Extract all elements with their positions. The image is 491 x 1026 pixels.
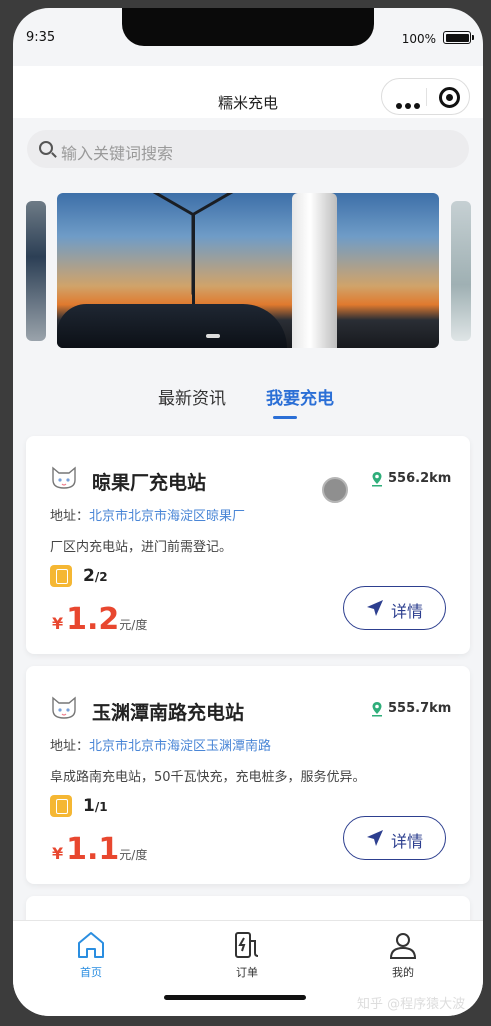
price-unit: 元/度 xyxy=(119,618,148,632)
home-icon xyxy=(78,932,104,958)
banner-prev-slide[interactable] xyxy=(26,201,46,341)
station-address: 地址：北京市北京市海淀区晾果厂 xyxy=(50,505,245,524)
search-placeholder: 输入关键词搜索 xyxy=(61,144,174,163)
cat-icon xyxy=(52,466,76,489)
station-distance: 556.2km xyxy=(388,471,452,486)
station-address: 地址：北京市北京市海淀区玉渊潭南路 xyxy=(50,735,271,754)
address-value[interactable]: 北京市北京市海淀区晾果厂 xyxy=(89,509,245,524)
home-indicator xyxy=(164,995,306,1000)
price-unit: 元/度 xyxy=(119,848,148,862)
watermark: 知乎 @程序猿大波 xyxy=(357,997,466,1012)
battery-percentage: 100% xyxy=(401,32,436,46)
miniprogram-capsule xyxy=(381,78,470,115)
charging-slot-icon xyxy=(50,565,72,587)
search-icon xyxy=(39,141,53,155)
tab-orders[interactable]: 订单 xyxy=(207,929,287,980)
capsule-divider xyxy=(426,88,427,106)
battery-icon xyxy=(443,31,474,44)
station-name: 晾果厂充电站 xyxy=(92,472,207,494)
tab-home[interactable]: 首页 xyxy=(51,929,131,980)
tab-orders-label: 订单 xyxy=(236,966,258,979)
search-input[interactable]: 输入关键词搜索 xyxy=(27,130,469,168)
cat-icon xyxy=(52,696,76,719)
currency-symbol: ¥ xyxy=(52,844,64,863)
slot-count: 2/2 xyxy=(83,566,108,586)
tab-charge[interactable]: 我要充电 xyxy=(266,384,334,409)
tab-news[interactable]: 最新资讯 xyxy=(158,384,226,409)
detail-button[interactable]: 详情 xyxy=(343,586,446,630)
tabs: 最新资讯 我要充电 xyxy=(13,382,483,422)
address-label: 地址： xyxy=(50,739,90,754)
tab-home-label: 首页 xyxy=(80,966,102,979)
station-name: 玉渊潭南路充电站 xyxy=(92,702,245,724)
banner-next-slide[interactable] xyxy=(451,201,471,341)
user-icon xyxy=(389,933,417,959)
charging-slot-icon xyxy=(50,795,72,817)
location-pin-icon xyxy=(372,472,382,487)
active-tab-indicator xyxy=(273,416,297,419)
tab-mine-label: 我的 xyxy=(392,966,414,979)
price-value: 1.2 xyxy=(66,602,120,637)
charger-image xyxy=(292,193,337,348)
slots-total: /2 xyxy=(94,570,108,584)
slot-count: 1/1 xyxy=(83,796,108,816)
price: ¥1.2元/度 xyxy=(52,602,147,637)
banner-carousel[interactable] xyxy=(57,193,439,348)
detail-label: 详情 xyxy=(391,832,424,851)
slots-free: 2 xyxy=(83,566,95,586)
address-value[interactable]: 北京市北京市海淀区玉渊潭南路 xyxy=(89,739,271,754)
price-value: 1.1 xyxy=(66,832,120,867)
currency-symbol: ¥ xyxy=(52,614,64,633)
carousel-indicator xyxy=(206,334,220,338)
station-description: 阜成路南充电站，50千瓦快充，充电桩多，服务优异。 xyxy=(50,770,366,785)
station-distance: 555.7km xyxy=(388,701,452,716)
price: ¥1.1元/度 xyxy=(52,832,147,867)
touch-indicator xyxy=(322,477,348,503)
location-pin-icon xyxy=(372,702,382,717)
address-label: 地址： xyxy=(50,509,90,524)
status-time: 9:35 xyxy=(26,30,56,45)
navigate-icon xyxy=(367,600,383,616)
car-image xyxy=(57,304,287,348)
navigation-bar: 糯米充电 xyxy=(13,66,483,118)
close-icon[interactable] xyxy=(439,87,460,108)
more-icon[interactable] xyxy=(396,94,424,109)
slots-total: /1 xyxy=(94,800,108,814)
navigate-icon xyxy=(367,830,383,846)
detail-label: 详情 xyxy=(391,602,424,621)
station-card[interactable]: 晾果厂充电站 556.2km 地址：北京市北京市海淀区晾果厂 厂区内充电站，进门… xyxy=(26,436,470,654)
charger-icon xyxy=(235,932,259,958)
detail-button[interactable]: 详情 xyxy=(343,816,446,860)
phone-frame: 9:35 100% 糯米充电 输入关键词搜索 最新资讯 我要充电 晾果厂充电站 … xyxy=(13,8,483,1016)
slots-free: 1 xyxy=(83,796,95,816)
tab-mine[interactable]: 我的 xyxy=(363,929,443,980)
station-description: 厂区内充电站，进门前需登记。 xyxy=(50,540,233,555)
notch xyxy=(122,8,374,46)
station-card[interactable]: 玉渊潭南路充电站 555.7km 地址：北京市北京市海淀区玉渊潭南路 阜成路南充… xyxy=(26,666,470,884)
